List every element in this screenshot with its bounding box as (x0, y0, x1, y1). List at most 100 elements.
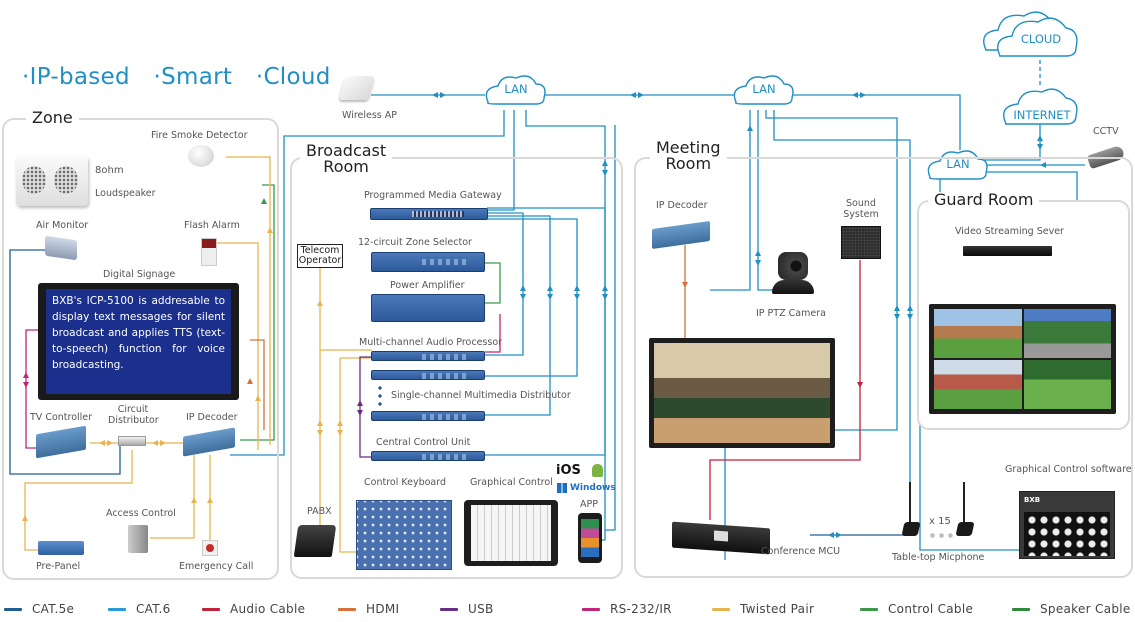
multimedia-distributor-label: Single-channel Multimedia Distributor (391, 390, 571, 401)
media-gateway-label: Programmed Media Gateway (364, 190, 502, 201)
ip-decoder-zone-label: IP Decoder (186, 412, 238, 423)
graphical-control-software-screenshot: BXB (1019, 491, 1115, 559)
windows-icon (557, 483, 567, 493)
zone-selector-label: 12-circuit Zone Selector (358, 237, 472, 248)
cable-legend: CAT.5e CAT.6 Audio Cable HDMI USB RS-232… (0, 602, 1135, 618)
conference-mcu-label: Conference MCU (761, 546, 841, 557)
ios-label: iOS (556, 463, 581, 478)
tabletop-mic-icon-2 (955, 482, 975, 538)
legend-label: USB (468, 602, 494, 616)
android-icon (592, 464, 603, 477)
legend-label: RS-232/IR (610, 602, 672, 616)
legend-item-cat6: CAT.6 (108, 602, 171, 616)
legend-label: Twisted Pair (740, 602, 815, 616)
sound-system-line2: System (843, 209, 879, 220)
wireless-ap-label: Wireless AP (342, 110, 397, 121)
digital-signage-label: Digital Signage (103, 269, 176, 280)
air-monitor-icon (45, 235, 77, 261)
legend-label: HDMI (366, 602, 400, 616)
loudspeaker-icon (16, 156, 88, 206)
tagline-ip-based: ·IP-based (22, 64, 130, 90)
media-gateway-device (370, 208, 488, 220)
pre-panel-icon (38, 541, 84, 555)
power-amplifier-label: Power Amplifier (390, 280, 465, 291)
wire-internet-lan (980, 123, 1041, 161)
legend-item-cat5e: CAT.5e (4, 602, 74, 616)
legend-label: Audio Cable (230, 602, 306, 616)
control-keyboard-device (356, 500, 452, 570)
meeting-ip-decoder-label: IP Decoder (656, 200, 708, 211)
access-control-label: Access Control (106, 508, 176, 519)
meeting-room-title: Meeting Room (650, 140, 727, 172)
cloud-label: CLOUD (1020, 32, 1062, 46)
flash-alarm-label: Flash Alarm (184, 220, 240, 231)
windows-label: Windows (570, 483, 616, 493)
legend-swatch (108, 607, 126, 611)
graphical-control-software-label: Graphical Control software (1005, 464, 1132, 475)
wire-lan-lan-right (792, 94, 961, 150)
circuit-distributor-label: Circuit Distributor (108, 404, 159, 426)
lan-center-label: LAN (752, 82, 776, 96)
tagline: ·IP-based ·Smart ·Cloud (22, 64, 347, 90)
sound-system-label: Sound System (840, 198, 882, 220)
legend-item-control-cable: Control Cable (860, 602, 973, 616)
guard-room-title: Guard Room (928, 192, 1040, 208)
legend-label: CAT.5e (32, 602, 75, 616)
pabx-label: PABX (307, 506, 332, 517)
cctv-feed-1 (934, 309, 1022, 358)
graphical-control-label: Graphical Control (470, 477, 553, 488)
legend-item-audio-cable: Audio Cable (202, 602, 305, 616)
cctv-feed-3 (934, 360, 1022, 409)
cctv-label: CCTV (1093, 126, 1119, 137)
central-control-unit-device (371, 451, 485, 461)
app-phone-icon (578, 513, 602, 563)
legend-swatch (1012, 607, 1030, 611)
broadcast-title-line2: Room (323, 157, 369, 176)
mic-count-label: x 15 (929, 516, 951, 527)
legend-swatch (202, 607, 220, 611)
legend-swatch (582, 607, 600, 611)
legend-swatch (4, 607, 22, 611)
video-streaming-server-label: Video Streaming Sever (955, 226, 1064, 237)
access-control-icon (128, 525, 148, 553)
ellipsis-dots (378, 384, 382, 406)
central-control-unit-label: Central Control Unit (376, 437, 471, 448)
tv-controller-label: TV Controller (30, 412, 93, 423)
tagline-smart: ·Smart (153, 64, 233, 90)
app-label: APP (580, 499, 598, 510)
audio-processor-label: Multi-channel Audio Processor (359, 337, 503, 348)
guard-room-cctv-monitor (929, 304, 1116, 414)
legend-item-twisted-pair: Twisted Pair (712, 602, 814, 616)
multimedia-distributor-device-1 (371, 370, 485, 380)
video-streaming-server-device (963, 246, 1052, 256)
meeting-room-display (649, 338, 835, 448)
emergency-call-label: Emergency Call (179, 561, 254, 572)
legend-label: CAT.6 (136, 602, 171, 616)
zone-title: Zone (26, 110, 79, 126)
audio-processor-device (371, 351, 485, 361)
lan-left-label: LAN (504, 82, 528, 96)
legend-item-rs232-ir: RS-232/IR (582, 602, 672, 616)
sound-system-line1: Sound (846, 198, 876, 209)
speaker-impedance-label: 8ohm (95, 165, 124, 176)
telecom-operator-box: Telecom Operator (297, 244, 343, 268)
broadcast-room-title: Broadcast Room (300, 143, 393, 176)
ptz-camera-label: IP PTZ Camera (756, 308, 826, 319)
signage-message: BXB's ICP-5100 is addresable to display … (46, 289, 231, 394)
digital-signage-display: BXB's ICP-5100 is addresable to display … (38, 283, 239, 400)
control-keyboard-label: Control Keyboard (364, 477, 447, 488)
legend-item-usb: USB (440, 602, 494, 616)
legend-swatch (712, 607, 730, 611)
legend-item-hdmi: HDMI (338, 602, 399, 616)
pre-panel-label: Pre-Panel (36, 561, 81, 572)
meeting-title-line2: Room (665, 154, 712, 173)
graphical-control-tablet (464, 500, 558, 566)
cctv-feed-2 (1023, 309, 1111, 358)
tagline-cloud: ·Cloud (255, 64, 331, 90)
legend-label: Control Cable (888, 602, 974, 616)
pabx-phone-icon (293, 525, 337, 557)
mic-ellipsis-dots (928, 533, 954, 538)
multimedia-distributor-device-2 (371, 411, 485, 421)
zone-selector-device (371, 252, 485, 272)
sound-system-speaker-icon (841, 226, 881, 259)
